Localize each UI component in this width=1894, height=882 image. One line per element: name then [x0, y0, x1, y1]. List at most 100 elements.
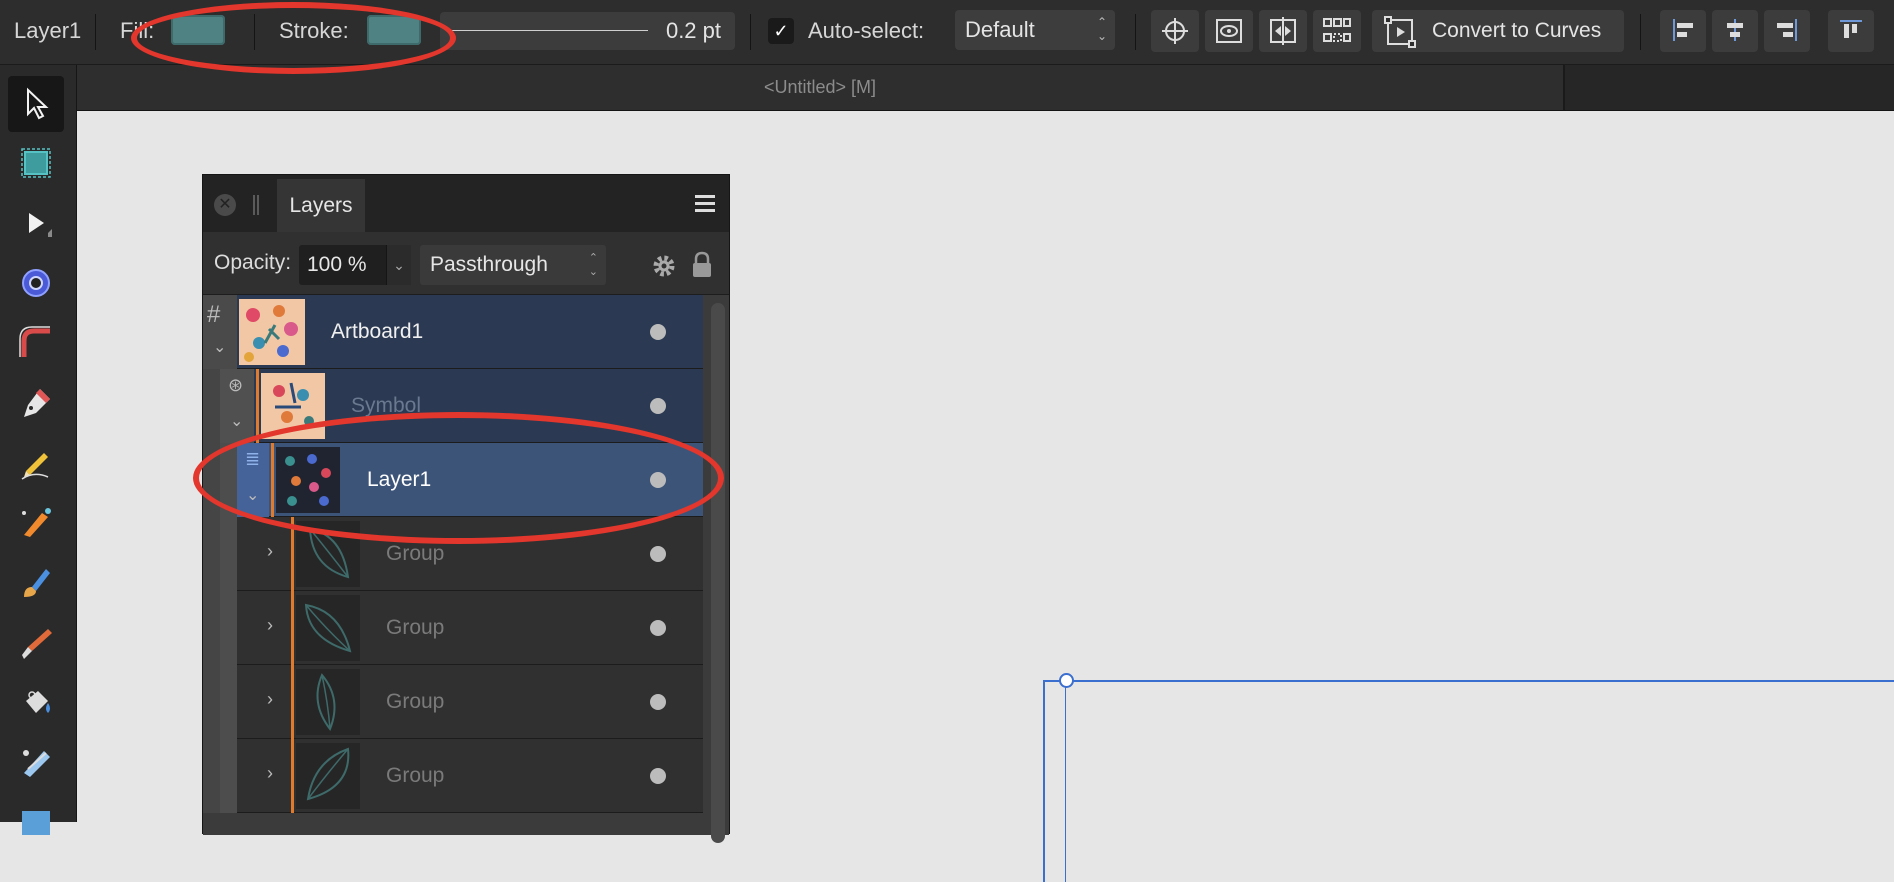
- hash-icon: #: [207, 301, 221, 328]
- image-tool[interactable]: [8, 795, 64, 851]
- fill-brush-tool[interactable]: [8, 555, 64, 611]
- layer-gutter: [220, 591, 237, 665]
- selection-name: Layer1: [14, 18, 82, 43]
- floral-pattern-thumbnail: [273, 382, 314, 426]
- layer-gutter: ≣ ⌄: [237, 443, 269, 517]
- divider: [1640, 14, 1641, 50]
- fill-label: Fill:: [120, 18, 155, 43]
- layer-indicator: [291, 517, 294, 591]
- convert-to-curves-button[interactable]: Convert to Curves: [1372, 10, 1624, 52]
- align-center-button[interactable]: [1712, 10, 1758, 52]
- layer-name: Symbol: [351, 394, 422, 417]
- vector-brush-icon: [22, 508, 51, 537]
- chevron-right-icon[interactable]: ›: [267, 689, 273, 710]
- vector-brush-tool[interactable]: [8, 495, 64, 551]
- close-icon[interactable]: ✕: [214, 194, 236, 216]
- align-right-button[interactable]: [1764, 10, 1810, 52]
- layer-thumbnail: [239, 299, 305, 365]
- fill-swatch[interactable]: [171, 15, 225, 45]
- layer-name: Group: [386, 764, 445, 787]
- point-transform-tool[interactable]: [8, 255, 64, 311]
- layers-panel: ✕ Layers Opacity: 100 % ⌄ Passthrough ⌃ ⌄…: [202, 174, 730, 843]
- corner-tool[interactable]: [8, 315, 64, 371]
- convert-to-curves-label: Convert to Curves: [1432, 19, 1602, 42]
- eye-box-icon: [1216, 19, 1242, 43]
- visibility-dot-icon[interactable]: [650, 472, 666, 488]
- pen-tool[interactable]: [8, 375, 64, 431]
- artboard-handle[interactable]: [1059, 673, 1074, 688]
- stroke-width-slider[interactable]: 0.2 pt: [440, 12, 735, 50]
- opacity-field[interactable]: 100 % ⌄: [299, 245, 411, 285]
- grid-dashed-icon: [1323, 18, 1351, 42]
- knife-tool[interactable]: [8, 615, 64, 671]
- stroke-swatch[interactable]: [367, 15, 421, 45]
- chevron-right-icon[interactable]: ›: [267, 763, 273, 784]
- move-tool[interactable]: [8, 76, 64, 132]
- chevron-right-icon[interactable]: ›: [267, 615, 273, 636]
- visibility-dot-icon[interactable]: [650, 768, 666, 784]
- chevron-down-icon[interactable]: ⌄: [386, 245, 411, 285]
- align-top-icon: [1840, 20, 1862, 38]
- layer-thumbnail: [296, 521, 360, 587]
- slider-track[interactable]: [452, 30, 648, 31]
- drag-handle-icon[interactable]: [253, 195, 259, 215]
- layer-indicator: [291, 665, 294, 739]
- align-left-icon: [1673, 19, 1693, 41]
- transparency-icon: [23, 750, 50, 777]
- pencil-icon: [21, 453, 49, 480]
- visibility-dot-icon[interactable]: [650, 324, 666, 340]
- fill-tool[interactable]: [8, 675, 64, 731]
- align-top-button[interactable]: [1828, 10, 1874, 52]
- layer-gutter: [203, 665, 220, 739]
- layer-gutter: [220, 665, 237, 739]
- panel-header: ✕ Layers: [203, 175, 729, 232]
- layer-name: Layer1: [367, 468, 432, 491]
- autoselect-dropdown[interactable]: Default ⌃ ⌄: [955, 10, 1115, 50]
- gear-icon[interactable]: [651, 253, 677, 279]
- blend-mode-dropdown[interactable]: Passthrough ⌃ ⌄: [420, 245, 606, 285]
- lock-icon[interactable]: [691, 251, 713, 279]
- document-tab[interactable]: <Untitled> [M]: [77, 65, 1565, 110]
- align-left-button[interactable]: [1660, 10, 1706, 52]
- chevron-right-icon[interactable]: ›: [267, 541, 273, 562]
- chevron-down-icon[interactable]: ⌄: [213, 337, 226, 357]
- layer-gutter: # ⌄: [203, 295, 237, 369]
- tab-layers[interactable]: Layers: [277, 179, 365, 232]
- layer-row-group[interactable]: › Group: [203, 665, 703, 739]
- chevron-updown-icon: ⌃ ⌄: [1096, 15, 1107, 43]
- transparency-tool[interactable]: [8, 735, 64, 791]
- distribute-button[interactable]: [1313, 10, 1361, 52]
- artboard-bounds[interactable]: [1043, 680, 1894, 882]
- flip-horizontal-icon: [1270, 17, 1296, 45]
- layers-scrollbar[interactable]: [711, 303, 725, 843]
- visibility-dot-icon[interactable]: [650, 694, 666, 710]
- chevron-down-icon[interactable]: ⌄: [246, 485, 259, 505]
- layer-thumbnail: [261, 373, 325, 439]
- flip-horizontal-button[interactable]: [1259, 10, 1307, 52]
- layer-row-group[interactable]: › Group: [203, 739, 703, 813]
- autoselect-label: Auto-select:: [808, 18, 925, 43]
- node-tool[interactable]: [8, 195, 64, 251]
- crosshair-icon: [1162, 18, 1188, 44]
- visibility-dot-icon[interactable]: [650, 546, 666, 562]
- stroke-width-value[interactable]: 0.2 pt: [666, 12, 721, 50]
- layer-row-artboard[interactable]: # ⌄ Artboard1: [203, 295, 703, 369]
- layer-lines-icon: ≣: [245, 449, 261, 469]
- layer-row-layer1[interactable]: ≣ ⌄ Layer1: [203, 443, 703, 517]
- layer-indicator: [271, 443, 274, 517]
- layer-row-group[interactable]: › Group: [203, 517, 703, 591]
- hamburger-menu-icon[interactable]: [693, 193, 717, 215]
- autoselect-checkbox[interactable]: ✓: [768, 18, 794, 44]
- layer-name: Artboard1: [331, 320, 424, 343]
- layer-thumbnail: [296, 595, 360, 661]
- show-selection-box-button[interactable]: [1205, 10, 1253, 52]
- layer-row-group[interactable]: › Group: [203, 591, 703, 665]
- artboard-tool[interactable]: [8, 135, 64, 191]
- visibility-dot-icon[interactable]: [650, 620, 666, 636]
- visibility-dot-icon[interactable]: [650, 398, 666, 414]
- opacity-value[interactable]: 100 %: [307, 245, 367, 285]
- transform-origin-button[interactable]: [1151, 10, 1199, 52]
- chevron-down-icon[interactable]: ⌄: [230, 411, 243, 431]
- layer-row-symbol[interactable]: ⊛ ⌄ Symbol: [203, 369, 703, 443]
- pencil-tool[interactable]: [8, 435, 64, 491]
